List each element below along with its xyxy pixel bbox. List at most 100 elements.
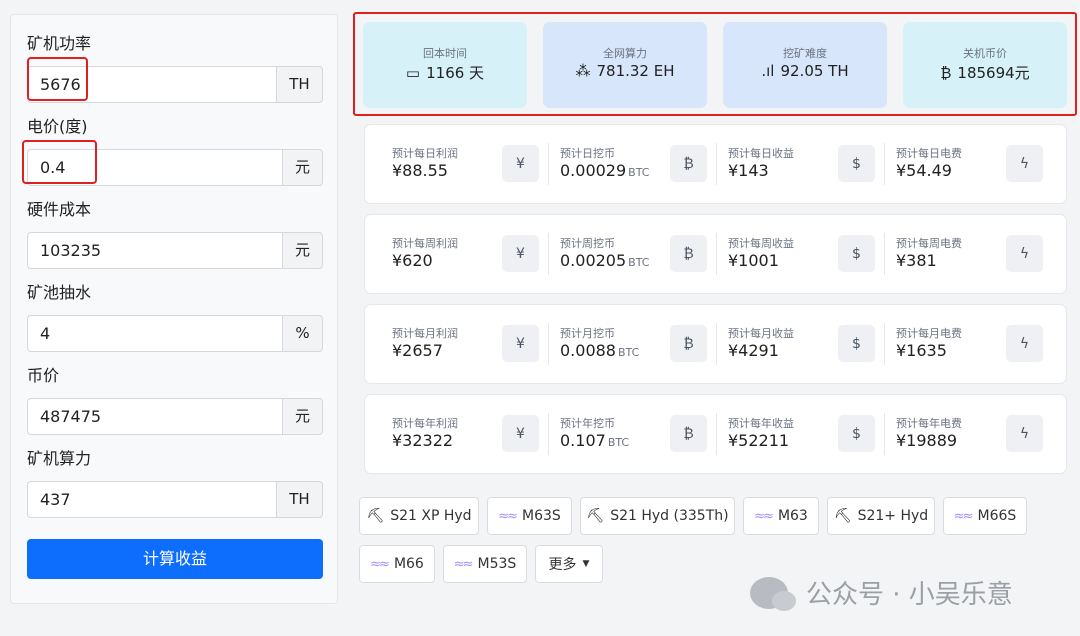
stat-shutdown-price: 关机币价 ₿ 185694元 — [903, 22, 1067, 108]
result-amount: ¥1001 — [728, 251, 779, 270]
antminer-icon: ⛏ — [586, 508, 605, 524]
miner-preset-button[interactable]: ⛏ S21+ Hyd — [827, 497, 935, 535]
result-cell: 预计每日电费 ¥54.49 ϟ — [869, 125, 1043, 203]
result-title: 预计每年电费 — [896, 417, 962, 430]
result-title: 预计年挖币 — [560, 417, 615, 430]
result-title: 预计每年利润 — [392, 417, 458, 430]
result-row: 预计每日利润 ¥88.55 ¥ 预计日挖币 0.00029 BTC ₿ 预计每日收益 ¥143 $… — [364, 124, 1067, 204]
miner-label: S21 XP Hyd — [390, 508, 472, 524]
field-hardware-cost: 硬件成本 103235 元 — [27, 199, 323, 269]
pool-fee-input[interactable]: 4 — [27, 315, 282, 352]
miner-preset-button[interactable]: ≈≈ M66 — [359, 545, 435, 583]
result-value: ¥54.49 — [896, 161, 952, 180]
hardware-cost-input[interactable]: 103235 — [27, 232, 282, 269]
result-cell: 预计每周收益 ¥1001 $ — [701, 215, 875, 293]
field-label: 电价(度) — [27, 117, 88, 136]
field-power: 矿机功率 5676 TH — [27, 33, 323, 103]
calendar-icon: ▭ — [405, 63, 421, 82]
lightning-icon: ϟ — [1006, 325, 1043, 362]
result-unit: BTC — [607, 436, 630, 449]
result-title: 预计每周收益 — [728, 237, 794, 250]
caret-down-icon: ▼ — [582, 559, 590, 569]
field-label: 矿机功率 — [27, 34, 92, 53]
result-amount: 0.107 — [560, 431, 606, 450]
lightning-icon: ϟ — [1006, 415, 1043, 452]
result-amount: 0.0088 — [560, 341, 616, 360]
result-amount: ¥1635 — [896, 341, 947, 360]
result-cell: 预计每日利润 ¥88.55 ¥ — [365, 125, 539, 203]
result-amount: ¥52211 — [728, 431, 790, 450]
result-cell: 预计每周利润 ¥620 ¥ — [365, 215, 539, 293]
stat-value: 1166 天 — [426, 64, 485, 82]
highlight-box — [27, 57, 88, 101]
miner-label: M63S — [522, 508, 561, 524]
miner-preset-button[interactable]: ≈≈ M63S — [487, 497, 572, 535]
hardware-cost-unit: 元 — [282, 232, 323, 269]
result-cell: 预计每月收益 ¥4291 $ — [701, 305, 875, 383]
stat-title: 关机币价 — [963, 47, 1007, 60]
result-cell: 预计每月电费 ¥1635 ϟ — [869, 305, 1043, 383]
result-title: 预计每周利润 — [392, 237, 458, 250]
whatsminer-icon: ≈≈ — [498, 508, 518, 524]
result-value: ¥32322 — [392, 431, 453, 450]
result-value: ¥2657 — [392, 341, 443, 360]
power-unit: TH — [276, 66, 323, 103]
result-amount: 0.00205 — [560, 251, 627, 270]
bitcoin-icon: ₿ — [940, 63, 952, 82]
miner-preset-button[interactable]: ≈≈ M53S — [443, 545, 527, 583]
result-amount: 0.00029 — [560, 161, 627, 180]
miner-preset-button[interactable]: ≈≈ M63 — [743, 497, 819, 535]
stat-title: 全网算力 — [603, 47, 647, 60]
result-title: 预计每周电费 — [896, 237, 962, 250]
result-amount: ¥620 — [392, 251, 433, 270]
result-title: 预计周挖币 — [560, 237, 615, 250]
stat-network-hashrate: 全网算力 ⁂ 781.32 EH — [543, 22, 707, 108]
miner-label: M63 — [777, 508, 808, 524]
electricity-price-unit: 元 — [282, 149, 323, 186]
hashrate-input[interactable]: 437 — [27, 481, 276, 518]
field-label: 硬件成本 — [27, 200, 92, 219]
stat-value: 185694元 — [957, 64, 1030, 82]
stat-title: 挖矿难度 — [783, 47, 827, 60]
watermark: 公众号 · 小吴乐意 — [750, 574, 1013, 611]
miner-label: M66 — [393, 556, 424, 572]
result-value: 0.00029 BTC — [560, 161, 649, 180]
result-value: ¥4291 — [728, 341, 779, 360]
miner-preset-button[interactable]: ≈≈ M66S — [943, 497, 1027, 535]
result-title: 预计日挖币 — [560, 147, 615, 160]
coin-price-input[interactable]: 487475 — [27, 398, 282, 435]
stat-title: 回本时间 — [423, 47, 467, 60]
result-value: ¥1635 — [896, 341, 947, 360]
highlight-box — [22, 140, 97, 184]
stat-value: 781.32 EH — [596, 62, 675, 80]
result-row: 预计每年利润 ¥32322 ¥ 预计年挖币 0.107 BTC ₿ 预计每年收益 ¥52211 $… — [364, 394, 1067, 474]
network-icon: ⁂ — [575, 62, 591, 80]
result-unit: BTC — [628, 166, 650, 179]
miner-label: M53S — [477, 556, 517, 572]
result-cell: 预计日挖币 0.00029 BTC ₿ — [533, 125, 707, 203]
result-value: ¥143 — [728, 161, 769, 180]
miner-preset-button[interactable]: ⛏ S21 XP Hyd — [359, 497, 479, 535]
result-title: 预计每月收益 — [728, 327, 794, 340]
result-unit: BTC — [617, 346, 640, 359]
more-dropdown-button[interactable]: 更多 ▼ — [535, 545, 603, 583]
result-value: ¥88.55 — [392, 161, 448, 180]
miner-preset-button[interactable]: ⛏ S21 Hyd (335Th) — [580, 497, 735, 535]
result-cell: 预计每年收益 ¥52211 $ — [701, 395, 875, 473]
bar-chart-icon: .ıl — [761, 62, 775, 80]
result-row: 预计每月利润 ¥2657 ¥ 预计月挖币 0.0088 BTC ₿ 预计每月收益 ¥4291 $ 预… — [364, 304, 1067, 384]
field-electricity-price: 电价(度) 0.4 元 — [27, 116, 323, 186]
result-value: ¥381 — [896, 251, 937, 270]
lightning-icon: ϟ — [1006, 235, 1043, 272]
result-amount: ¥2657 — [392, 341, 443, 360]
result-title: 预计每日收益 — [728, 147, 794, 160]
result-amount: ¥32322 — [392, 431, 454, 450]
coin-price-unit: 元 — [282, 398, 323, 435]
result-cell: 预计年挖币 0.107 BTC ₿ — [533, 395, 707, 473]
calculate-button[interactable]: 计算收益 — [27, 539, 323, 579]
stat-payback-time: 回本时间 ▭ 1166 天 — [363, 22, 527, 108]
result-unit: BTC — [628, 256, 650, 269]
result-title: 预计月挖币 — [560, 327, 615, 340]
result-value: 0.107 BTC — [560, 431, 629, 450]
whatsminer-icon: ≈≈ — [754, 508, 774, 524]
